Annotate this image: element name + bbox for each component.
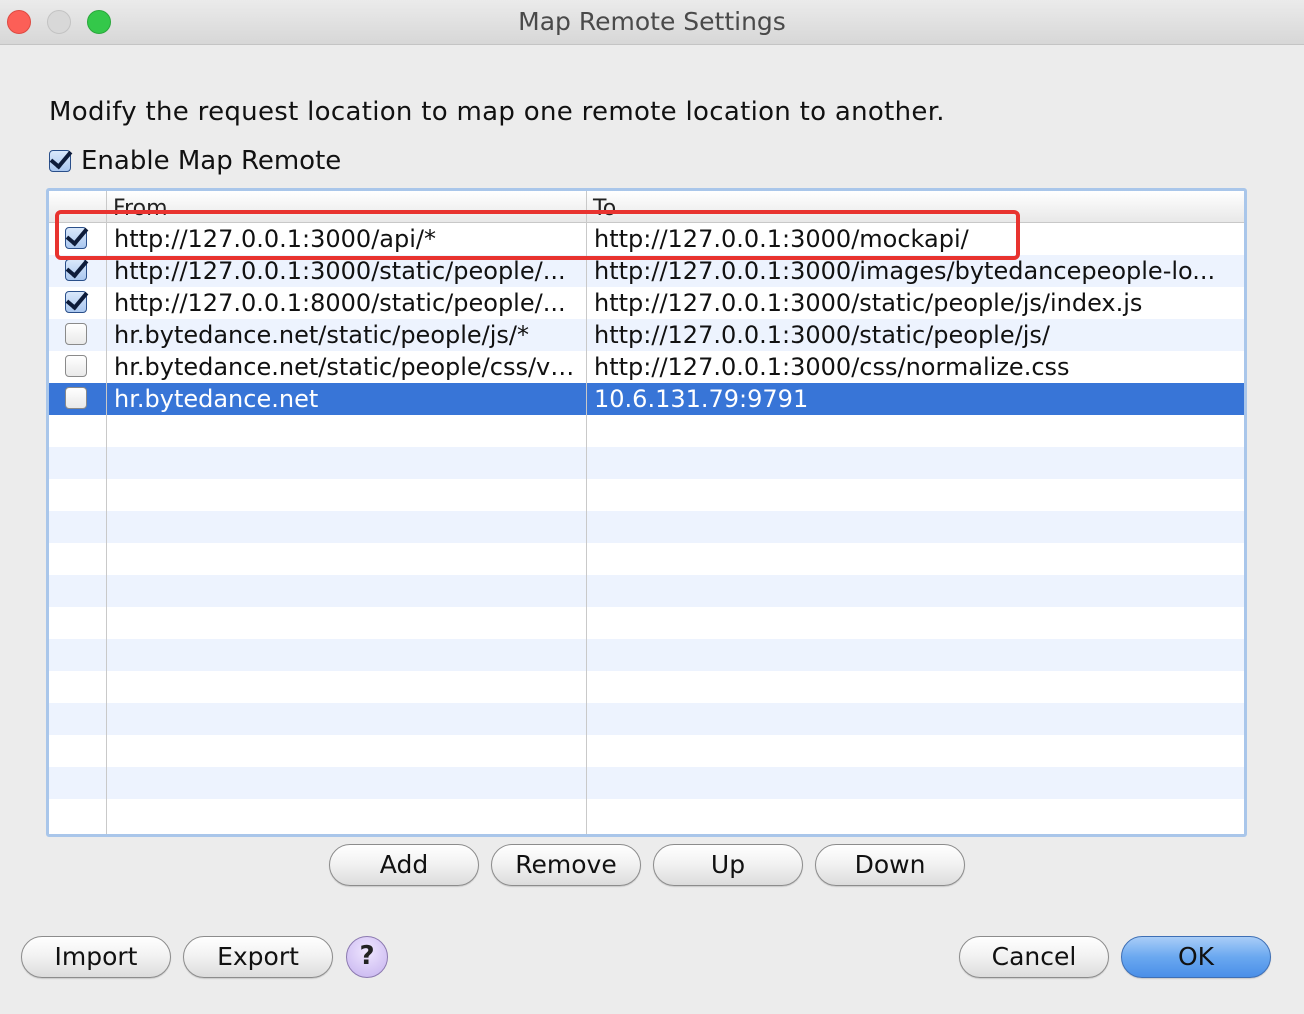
row-to-cell[interactable]: http://127.0.0.1:3000/static/people/js/i… — [587, 287, 1244, 319]
row-to-cell[interactable]: http://127.0.0.1:3000/static/people/js/ — [587, 319, 1244, 351]
row-to-cell[interactable]: http://127.0.0.1:3000/css/normalize.css — [587, 351, 1244, 383]
empty-table-row — [49, 639, 1244, 671]
column-divider — [586, 191, 587, 834]
empty-table-row — [49, 767, 1244, 799]
mappings-table[interactable]: From To http://127.0.0.1:3000/api/* http:… — [46, 188, 1247, 837]
column-divider — [106, 191, 107, 834]
empty-table-row — [49, 607, 1244, 639]
empty-table-row — [49, 511, 1244, 543]
row-enabled-checkbox[interactable] — [65, 323, 87, 345]
table-row[interactable]: hr.bytedance.net 10.6.131.79:9791 — [49, 383, 1244, 415]
map-remote-settings-window: Map Remote Settings Modify the request l… — [0, 0, 1304, 1014]
cancel-button[interactable]: Cancel — [959, 936, 1109, 978]
remove-button[interactable]: Remove — [491, 844, 641, 886]
import-button[interactable]: Import — [21, 936, 171, 978]
ok-button[interactable]: OK — [1121, 936, 1271, 978]
enable-map-remote-label[interactable]: Enable Map Remote — [81, 146, 341, 176]
enable-map-remote-row[interactable]: Enable Map Remote — [49, 144, 341, 178]
empty-table-row — [49, 799, 1244, 831]
empty-table-row — [49, 479, 1244, 511]
row-from-cell[interactable]: http://127.0.0.1:8000/static/people/... — [107, 287, 587, 319]
row-from-cell[interactable]: hr.bytedance.net/static/people/js/* — [107, 319, 587, 351]
empty-table-row — [49, 575, 1244, 607]
up-button[interactable]: Up — [653, 844, 803, 886]
row-enabled-checkbox[interactable] — [65, 387, 87, 409]
row-to-cell[interactable]: 10.6.131.79:9791 — [587, 383, 1244, 415]
enable-map-remote-checkbox[interactable] — [49, 150, 71, 172]
instructions-text: Modify the request location to map one r… — [49, 97, 945, 127]
row-enabled-cell — [49, 383, 107, 415]
empty-table-row — [49, 447, 1244, 479]
empty-table-row — [49, 735, 1244, 767]
title-bar[interactable]: Map Remote Settings — [0, 0, 1304, 45]
empty-table-row — [49, 703, 1244, 735]
table-row[interactable]: hr.bytedance.net/static/people/js/* http:… — [49, 319, 1244, 351]
row-enabled-checkbox[interactable] — [65, 291, 87, 313]
highlight-annotation-box — [55, 210, 1020, 260]
row-from-cell[interactable]: hr.bytedance.net/static/people/css/ve... — [107, 351, 587, 383]
table-row[interactable]: hr.bytedance.net/static/people/css/ve...… — [49, 351, 1244, 383]
empty-table-row — [49, 415, 1244, 447]
row-enabled-cell — [49, 319, 107, 351]
row-enabled-cell — [49, 287, 107, 319]
table-row[interactable]: http://127.0.0.1:8000/static/people/... h… — [49, 287, 1244, 319]
help-button[interactable]: ? — [346, 936, 388, 978]
row-enabled-checkbox[interactable] — [65, 355, 87, 377]
empty-table-row — [49, 671, 1244, 703]
row-from-cell[interactable]: hr.bytedance.net — [107, 383, 587, 415]
empty-table-row — [49, 543, 1244, 575]
row-enabled-cell — [49, 351, 107, 383]
export-button[interactable]: Export — [183, 936, 333, 978]
window-title: Map Remote Settings — [518, 7, 786, 36]
down-button[interactable]: Down — [815, 844, 965, 886]
add-button[interactable]: Add — [329, 844, 479, 886]
table-body: http://127.0.0.1:3000/api/* http://127.0.… — [49, 223, 1244, 831]
row-enabled-checkbox[interactable] — [65, 259, 87, 281]
